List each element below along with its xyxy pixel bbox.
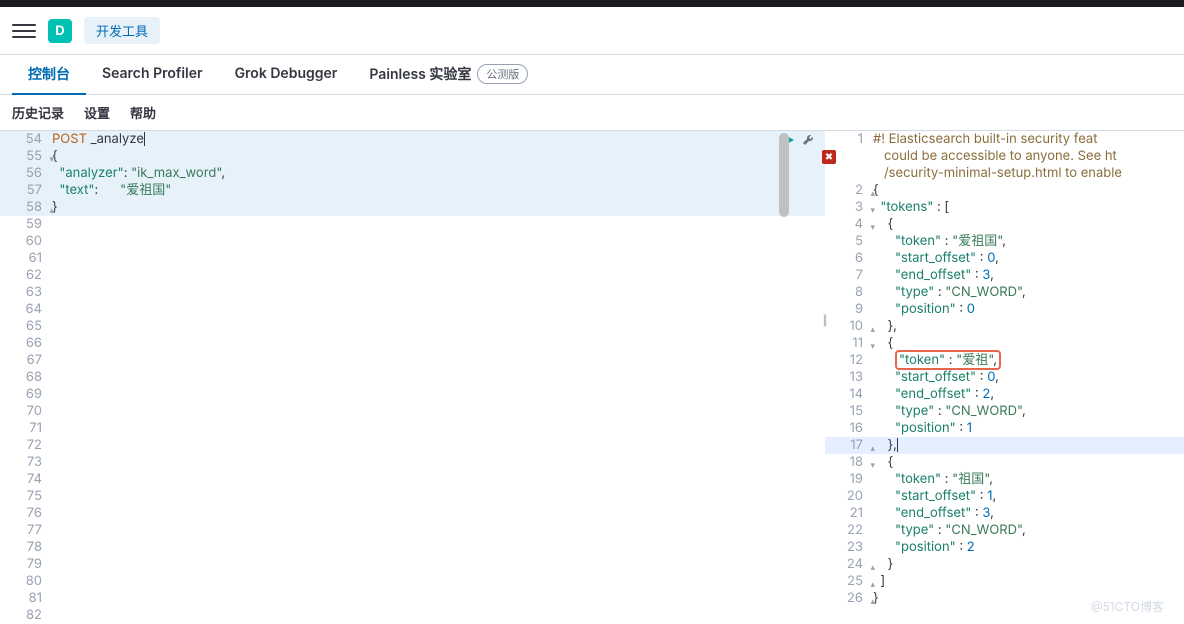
request-pane[interactable]: 54POST _analyze55▾{56 "analyzer": "ik_ma… [0,131,825,624]
devtools-breadcrumb[interactable]: 开发工具 [84,17,160,44]
main-tabs: 控制台 Search Profiler Grok Debugger Painle… [0,55,1184,95]
tab-painless-label: Painless 实验室 [369,64,471,84]
tab-console[interactable]: 控制台 [12,55,86,95]
response-editor[interactable]: 1#! Elasticsearch built-in security feat… [825,131,1184,607]
window-topbar [0,0,1184,7]
tab-painless-lab[interactable]: Painless 实验室 公测版 [353,55,544,95]
response-pane[interactable]: 1#! Elasticsearch built-in security feat… [825,131,1184,624]
subtab-settings[interactable]: 设置 [84,103,110,122]
menu-icon[interactable] [12,19,36,43]
watermark: @51CTO博客 [1091,598,1164,615]
editor-panes: 54POST _analyze55▾{56 "analyzer": "ik_ma… [0,130,1184,624]
request-editor[interactable]: 54POST _analyze55▾{56 "analyzer": "ik_ma… [0,131,825,624]
subtab-history[interactable]: 历史记录 [12,103,64,122]
tab-grok-debugger[interactable]: Grok Debugger [219,55,354,95]
scrollbar[interactable] [779,133,789,217]
app-logo-badge[interactable]: D [48,19,72,43]
wrench-icon[interactable] [801,133,815,151]
console-subtabs: 历史记录 设置 帮助 [0,95,1184,130]
beta-badge: 公测版 [477,64,528,84]
subtab-help[interactable]: 帮助 [130,103,156,122]
app-header: D 开发工具 [0,7,1184,55]
tab-search-profiler[interactable]: Search Profiler [86,55,219,95]
